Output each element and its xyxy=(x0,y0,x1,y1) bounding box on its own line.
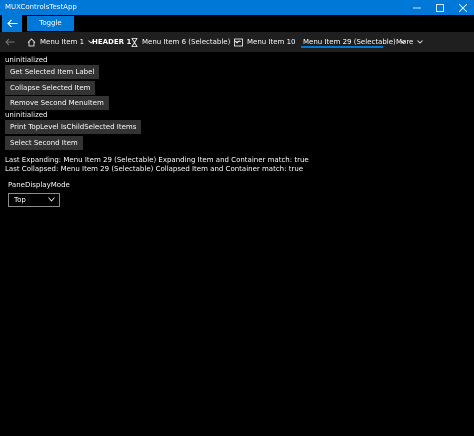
maximize-icon xyxy=(435,3,444,12)
remove-second-menuitem-button[interactable]: Remove Second MenuItem xyxy=(5,96,109,110)
minimize-icon xyxy=(412,7,421,8)
pane-display-mode-label: PaneDisplayMode xyxy=(8,181,70,189)
combobox-selected-value: Top xyxy=(14,196,26,204)
nav-item-label: Menu Item 1 xyxy=(40,38,85,46)
close-button[interactable] xyxy=(451,0,474,15)
toggle-theme-button[interactable]: Toggle theme xyxy=(27,16,74,42)
nav-item-menu-item-10[interactable]: Menu Item 10 xyxy=(234,32,296,52)
nav-item-menu-item-1[interactable]: Menu Item 1 xyxy=(27,32,94,52)
get-selected-item-label-button[interactable]: Get Selected Item Label xyxy=(5,65,100,79)
hourglass-icon xyxy=(131,37,138,47)
collapse-selected-item-button[interactable]: Collapse Selected Item xyxy=(5,81,96,95)
nav-back-button[interactable] xyxy=(5,32,15,52)
nav-item-label: Menu Item 10 xyxy=(247,38,296,46)
chevron-down-icon xyxy=(48,197,55,202)
pane-display-mode-combobox[interactable]: Top xyxy=(8,193,60,207)
nav-item-label: Menu Item 6 (Selectable) xyxy=(142,38,231,46)
last-expanding-text: Last Expanding: Menu Item 29 (Selectable… xyxy=(5,156,309,164)
status-text-2: uninitialized xyxy=(5,111,48,119)
select-second-item-button[interactable]: Select Second Item xyxy=(5,136,83,150)
window-controls xyxy=(405,0,474,15)
nav-header-1: HEADER 1 xyxy=(92,32,131,52)
selection-indicator xyxy=(301,46,383,48)
nav-header-label: HEADER 1 xyxy=(92,38,132,46)
chevron-down-icon xyxy=(417,40,424,44)
document-icon xyxy=(234,38,243,46)
window-title: MUXControlsTestApp xyxy=(5,3,77,11)
last-collapsed-text: Last Collapsed: Menu Item 29 (Selectable… xyxy=(5,165,304,173)
print-toplevel-ischildselected-button[interactable]: Print TopLevel IsChildSelected Items xyxy=(5,120,142,134)
nav-more-label: More xyxy=(396,38,414,46)
minimize-button[interactable] xyxy=(405,0,428,15)
app-back-button[interactable] xyxy=(2,15,22,32)
nav-item-label: Menu Item 29 (Selectable) xyxy=(303,38,396,46)
maximize-button[interactable] xyxy=(428,0,451,15)
title-bar: MUXControlsTestApp xyxy=(0,0,474,15)
status-text-1: uninitialized xyxy=(5,56,48,64)
navigation-top-pane: Menu Item 1 HEADER 1 Menu Item 6 (Select… xyxy=(0,32,474,52)
nav-more-button[interactable]: More xyxy=(396,32,424,52)
back-arrow-icon xyxy=(5,38,15,46)
close-icon xyxy=(458,3,467,12)
nav-item-menu-item-6[interactable]: Menu Item 6 (Selectable) xyxy=(131,32,241,52)
app-toolbar: Toggle theme xyxy=(0,15,474,42)
home-icon xyxy=(27,37,36,46)
back-arrow-icon xyxy=(6,19,17,28)
nav-item-menu-item-29[interactable]: Menu Item 29 (Selectable) xyxy=(303,32,406,52)
